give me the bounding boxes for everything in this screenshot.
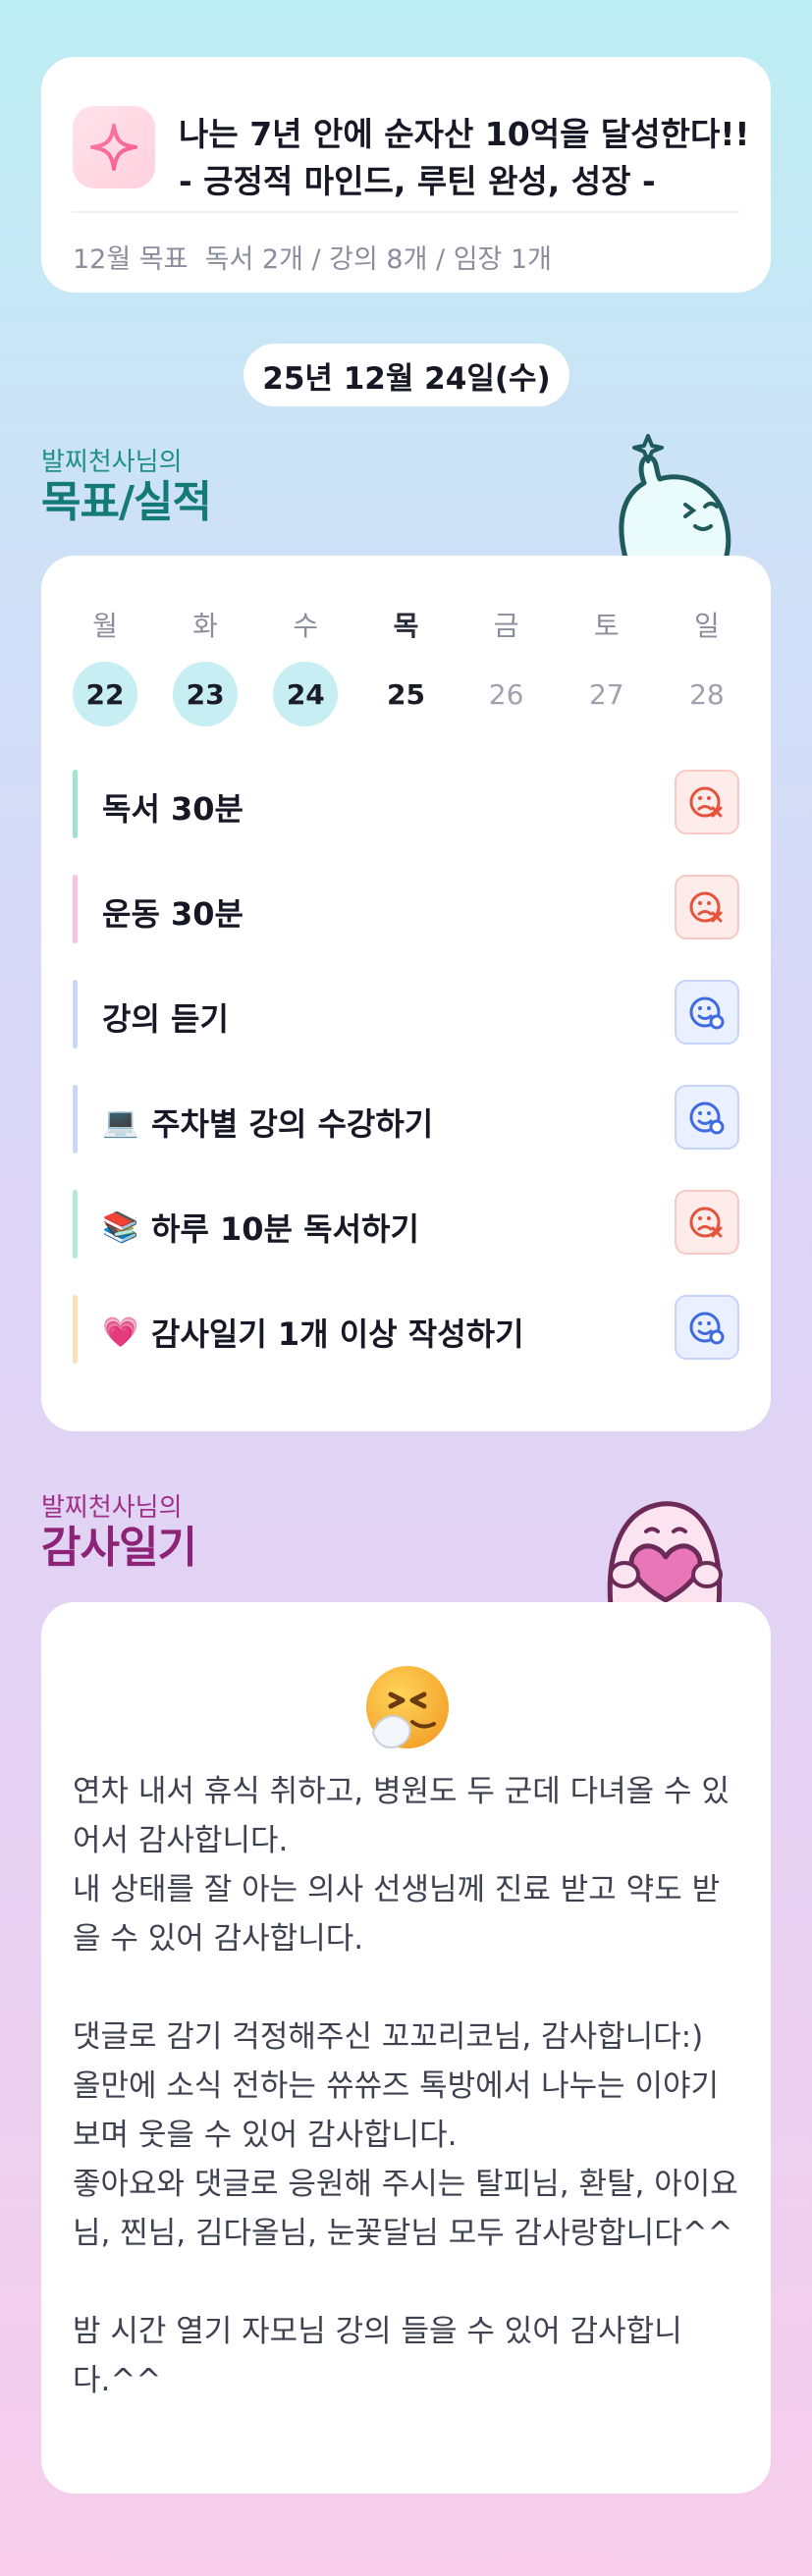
goal-statement: 나는 7년 안에 순자산 10억을 달성한다!! [179,115,750,153]
task-label: 💻 주차별 강의 수강하기 [102,1100,433,1145]
task-emoji-icon: 💗 [102,1315,139,1350]
day-number: 22 [73,662,137,726]
day-wed[interactable]: 수 24 [273,605,339,726]
task-label-text: 감사일기 1개 이상 작성하기 [151,1315,524,1353]
day-label: 토 [593,610,620,642]
day-tue[interactable]: 화 23 [173,605,239,726]
gratitude-card: 연차 내서 휴식 취하고, 병원도 두 군데 다녀올 수 있어서 감사합니다. … [41,1602,771,2494]
day-label: 일 [694,610,720,642]
task-row[interactable]: 📚 하루 10분 독서하기 [73,1190,739,1259]
status-success-icon[interactable] [675,1085,739,1150]
heart-mascot-icon [607,1501,723,1606]
day-label: 목 [393,610,419,642]
day-number: 23 [173,662,239,726]
goal-motto: - 긍정적 마인드, 루틴 완성, 성장 - [179,162,656,200]
day-thu[interactable]: 목 25 [373,605,438,726]
monthly-goal: 12월 목표 독서 2개 / 강의 8개 / 임장 1개 [73,244,552,275]
day-sun[interactable]: 일 28 [675,605,739,726]
gratitude-section-title: 감사일기 [41,1523,197,1573]
task-label-text: 독서 30분 [102,790,244,828]
goals-section-title: 목표/실적 [41,477,212,527]
goals-card: 월 22 화 23 수 24 목 25 금 26 토 27 일 28 독서 30… [41,556,771,1431]
task-row[interactable]: 💻 주차별 강의 수강하기 [73,1085,739,1154]
task-row[interactable]: 운동 30분 [73,875,739,943]
sparkle-icon [73,106,155,188]
task-emoji-icon: 💻 [102,1104,139,1140]
task-label: 강의 듣기 [102,994,229,1040]
task-color-bar [73,770,78,838]
task-label: 💗 감사일기 1개 이상 작성하기 [102,1310,524,1355]
status-success-icon[interactable] [675,980,739,1045]
week-calendar: 월 22 화 23 수 24 목 25 금 26 토 27 일 28 [73,605,739,726]
day-fri[interactable]: 금 26 [474,605,539,726]
task-label: 독서 30분 [102,784,244,830]
day-mon[interactable]: 월 22 [73,605,137,726]
day-label: 수 [293,610,319,642]
day-number: 27 [588,677,624,711]
day-number: 26 [488,677,524,711]
task-label-text: 주차별 강의 수강하기 [151,1105,434,1143]
task-row[interactable]: 독서 30분 [73,770,739,838]
date-pill[interactable]: 25년 12월 24일(수) [244,344,569,406]
sneezing-face-icon [366,1666,449,1749]
day-sat[interactable]: 토 27 [574,605,639,726]
day-number: 24 [273,662,339,726]
task-label-text: 하루 10분 독서하기 [151,1210,419,1248]
gratitude-text: 연차 내서 휴식 취하고, 병원도 두 군데 다녀올 수 있어서 감사합니다. … [73,1774,738,2398]
waving-mascot-icon [619,434,731,562]
day-label: 화 [192,610,219,642]
task-color-bar [73,980,78,1048]
task-color-bar [73,1295,78,1364]
task-color-bar [73,875,78,943]
task-label: 📚 하루 10분 독서하기 [102,1205,419,1250]
task-row[interactable]: 강의 듣기 [73,980,739,1048]
day-label: 월 [92,610,118,642]
task-label: 운동 30분 [102,889,244,935]
status-fail-icon[interactable] [675,770,739,834]
task-row[interactable]: 💗 감사일기 1개 이상 작성하기 [73,1295,739,1364]
day-label: 금 [493,610,519,642]
task-color-bar [73,1190,78,1259]
status-fail-icon[interactable] [675,875,739,939]
task-emoji-icon: 📚 [102,1209,139,1245]
goal-card: 나는 7년 안에 순자산 10억을 달성한다!! - 긍정적 마인드, 루틴 완… [41,57,771,293]
day-number: 28 [689,677,725,711]
task-label-text: 운동 30분 [102,895,244,933]
day-number: 25 [386,677,425,711]
task-color-bar [73,1085,78,1154]
status-fail-icon[interactable] [675,1190,739,1255]
status-success-icon[interactable] [675,1295,739,1360]
task-label-text: 강의 듣기 [102,1000,229,1038]
divider [73,211,739,213]
